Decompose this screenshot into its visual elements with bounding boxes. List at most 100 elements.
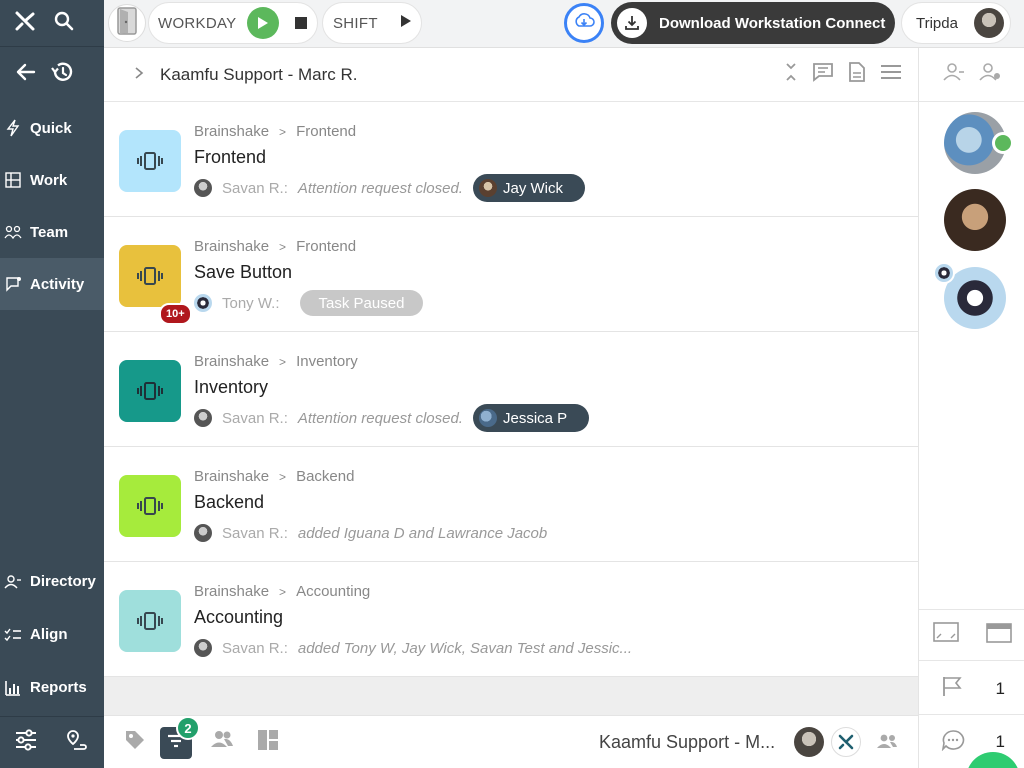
kaamfu-logo-icon[interactable] [831, 727, 861, 757]
avatar [933, 262, 955, 284]
collapse-icon[interactable] [784, 62, 798, 87]
expand-chevron-icon[interactable] [134, 66, 144, 83]
avatar [194, 409, 212, 427]
chevron-right-icon: > [279, 585, 287, 599]
download-workstation-button[interactable]: Download Workstation Connect [611, 2, 895, 44]
chat-icon[interactable] [812, 62, 834, 87]
item-title[interactable]: Accounting [194, 607, 283, 628]
breadcrumb-project[interactable]: Brainshake [194, 353, 269, 370]
menu-icon[interactable] [880, 64, 902, 85]
breadcrumb-section[interactable]: Accounting [296, 583, 370, 600]
location-route-icon[interactable] [66, 729, 90, 756]
sliders-icon[interactable] [14, 729, 38, 756]
breadcrumb-section[interactable]: Frontend [296, 238, 356, 255]
user-icon[interactable] [942, 63, 965, 86]
list-item[interactable]: Brainshake > Accounting Accounting Savan R… [104, 562, 918, 677]
door-icon [116, 6, 138, 41]
avatar [478, 409, 497, 427]
sidebar-bottom-nav: Directory Align Reports [0, 555, 104, 714]
workday-play-button[interactable] [246, 7, 279, 39]
layout-icon[interactable] [257, 729, 279, 756]
avatar[interactable] [944, 189, 1006, 251]
avatar[interactable] [794, 727, 824, 757]
breadcrumb-section[interactable]: Backend [296, 468, 354, 485]
activity-list: Brainshake > Frontend Frontend Savan R.: A… [104, 102, 918, 677]
screen-controls [919, 609, 1024, 661]
activity-message: added Tony W, Jay Wick, Savan Test and J… [297, 639, 633, 657]
item-title[interactable]: Frontend [194, 147, 266, 168]
sidebar-nav: Quick Work Team Activity [0, 102, 104, 310]
activity-message: added Iguana D and Lawrance Jacob [297, 524, 548, 542]
right-panel-header [919, 48, 1024, 102]
shift-control: SHIFT [322, 2, 422, 44]
search-icon[interactable] [54, 11, 74, 36]
user-chip[interactable]: Jessica P [472, 404, 590, 432]
sidebar-item-label: Activity [30, 275, 85, 293]
actor-name: Savan R.: [222, 409, 288, 427]
bottom-title: Kaamfu Support - M... [599, 732, 776, 752]
avatar [194, 524, 212, 542]
status-badge: Task Paused [299, 290, 424, 316]
kaamfu-logo-icon[interactable] [14, 10, 36, 37]
chip-label: Jessica P [502, 409, 568, 427]
list-item[interactable]: Brainshake > Frontend Frontend Savan R.: A… [104, 102, 918, 217]
actor-name: Savan R.: [222, 524, 288, 542]
sidebar-item-work[interactable]: Work [0, 154, 104, 206]
online-status-indicator [992, 132, 1014, 154]
vibrate-icon [119, 360, 181, 422]
breadcrumb-project[interactable]: Brainshake [194, 468, 269, 485]
user-settings-icon[interactable] [978, 63, 1001, 86]
sidebar-item-label: Work [30, 171, 68, 189]
actor-name: Savan R.: [222, 179, 288, 197]
filter-count-badge: 2 [176, 716, 200, 740]
page-title: Kaamfu Support - Marc R. [160, 64, 358, 84]
breadcrumb-project[interactable]: Brainshake [194, 123, 269, 140]
tag-icon[interactable] [124, 729, 146, 756]
list-item[interactable]: Brainshake > Backend Backend Savan R.: add… [104, 447, 918, 562]
cloud-download-button[interactable] [564, 3, 604, 43]
breadcrumb-project[interactable]: Brainshake [194, 238, 269, 255]
screen-icon[interactable] [932, 621, 959, 649]
user-name: Tripda [916, 14, 958, 32]
sidebar-history [0, 46, 104, 102]
user-chip[interactable]: Jay Wick [472, 174, 585, 202]
notification-badge: 10+ [159, 303, 192, 325]
sidebar-item-quick[interactable]: Quick [0, 102, 104, 154]
people-icon[interactable] [210, 729, 234, 754]
item-title[interactable]: Inventory [194, 377, 268, 398]
avatar [194, 639, 212, 657]
list-empty-area [104, 677, 918, 715]
history-icon[interactable] [50, 61, 74, 88]
window-icon[interactable] [985, 622, 1012, 648]
breadcrumb-section[interactable]: Inventory [296, 353, 358, 370]
item-title[interactable]: Backend [194, 492, 264, 513]
vibrate-icon [119, 130, 181, 192]
breadcrumb-project[interactable]: Brainshake [194, 583, 269, 600]
item-meta: Savan R.: Attention request closed. Jess… [194, 404, 590, 432]
team-icon [4, 225, 22, 239]
avatar [974, 8, 1004, 38]
user-menu[interactable]: Tripda [901, 2, 1011, 44]
list-item[interactable]: Brainshake > Inventory Inventory Savan R.:… [104, 332, 918, 447]
sidebar-item-directory[interactable]: Directory [0, 555, 104, 608]
flags-row[interactable]: 1 [919, 663, 1024, 715]
sidebar-item-team[interactable]: Team [0, 206, 104, 258]
list-item[interactable]: 10+ Brainshake > Frontend Save Button Tony… [104, 217, 918, 332]
document-icon[interactable] [848, 62, 866, 87]
team-members-icon[interactable] [876, 733, 898, 754]
breadcrumb-section[interactable]: Frontend [296, 123, 356, 140]
chevron-right-icon: > [279, 470, 287, 484]
download-label: Download Workstation Connect [659, 14, 886, 32]
sidebar-item-reports[interactable]: Reports [0, 661, 104, 714]
activity-message: Attention request closed. [297, 179, 463, 197]
sidebar-top [0, 0, 104, 46]
shift-play-button[interactable] [400, 14, 412, 32]
door-button[interactable] [108, 4, 146, 42]
sidebar-item-activity[interactable]: Activity [0, 258, 104, 310]
workday-stop-button[interactable] [294, 17, 307, 29]
item-title[interactable]: Save Button [194, 262, 292, 283]
item-meta: Savan R.: added Tony W, Jay Wick, Savan … [194, 634, 632, 662]
back-arrow-icon[interactable] [16, 63, 36, 86]
download-icon [617, 8, 647, 38]
sidebar-item-align[interactable]: Align [0, 608, 104, 661]
